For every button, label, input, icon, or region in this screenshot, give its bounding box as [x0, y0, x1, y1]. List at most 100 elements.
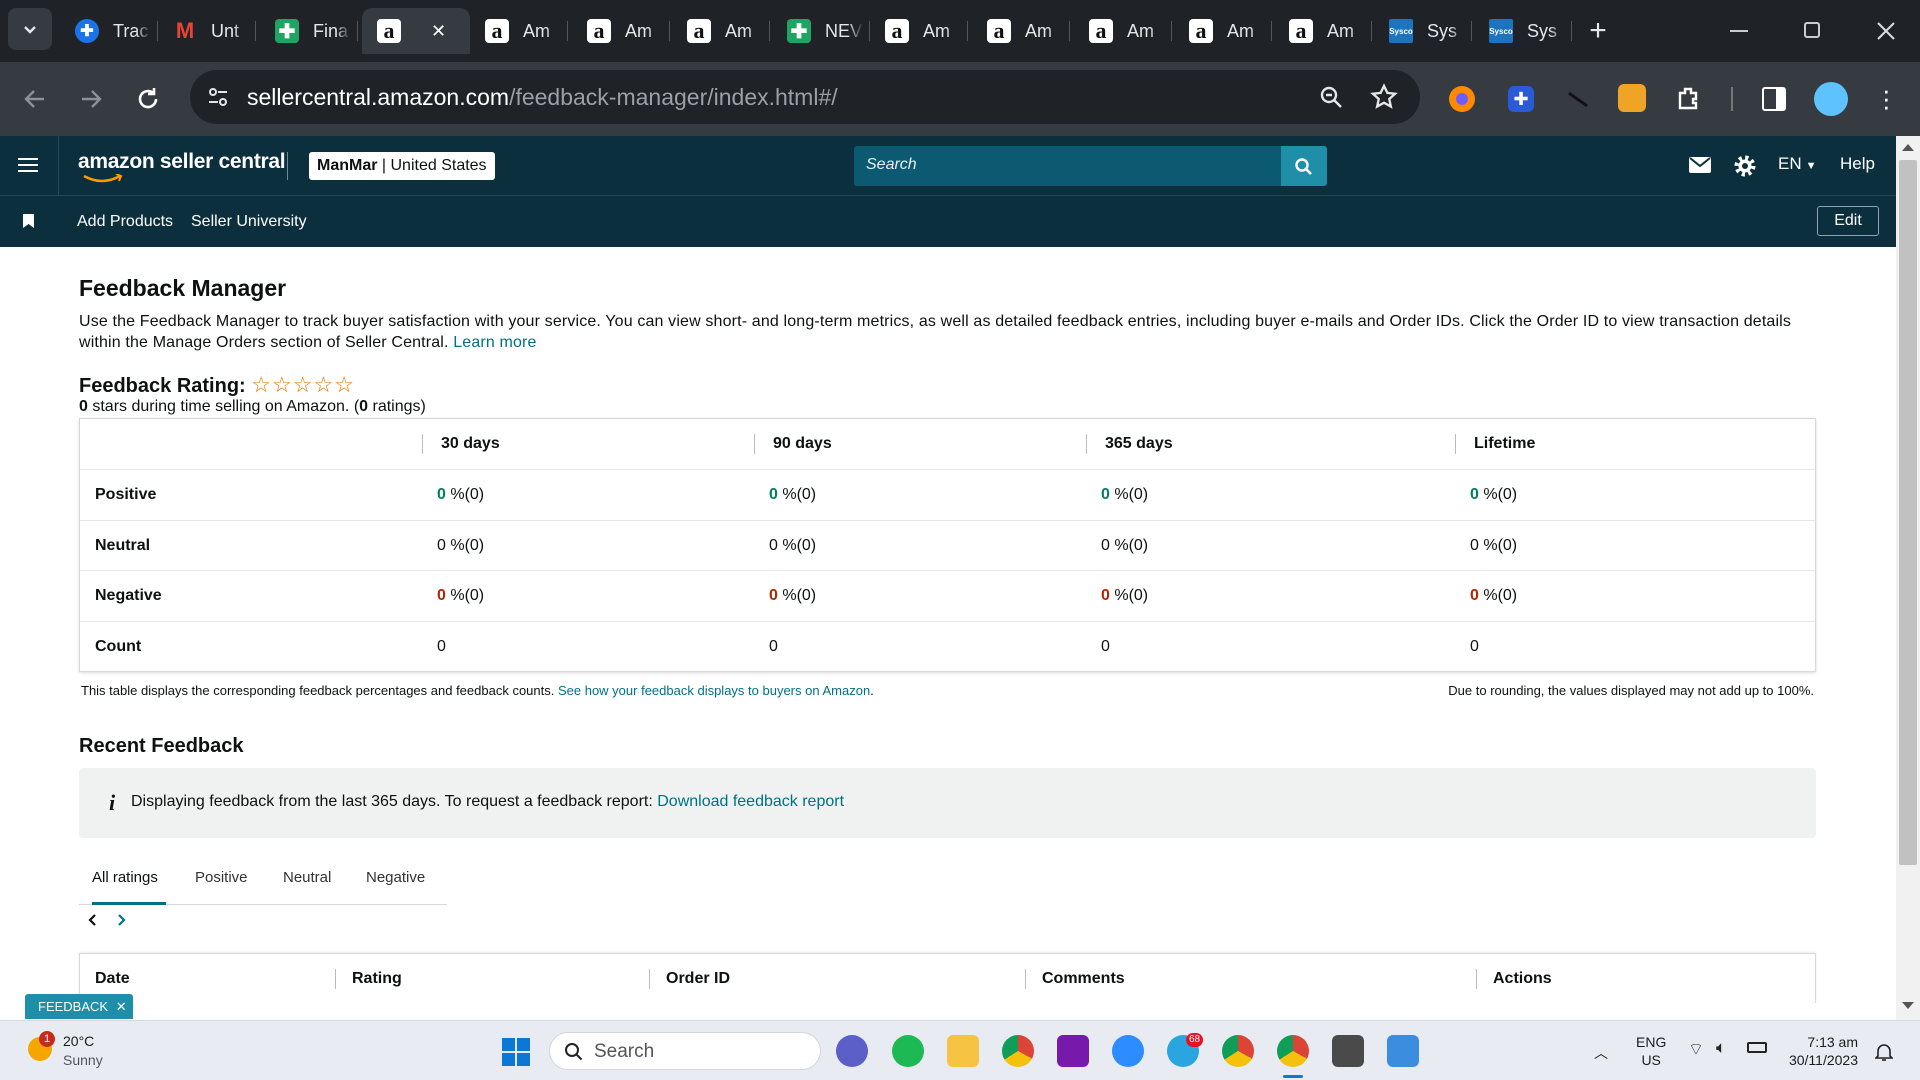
tab-title: Am [1227, 20, 1254, 41]
extensions-puzzle-icon[interactable] [1675, 84, 1703, 112]
row-label: Negative [95, 587, 162, 604]
rating-value: 0 [79, 398, 88, 415]
extension-honey-icon[interactable] [1618, 84, 1646, 112]
browser-tab[interactable]: a Am [1174, 8, 1272, 54]
tab-separator [1471, 21, 1472, 41]
extension-blue-icon[interactable]: ✚ [1508, 86, 1534, 112]
spotify-icon[interactable] [892, 1035, 924, 1067]
notification-bell-icon[interactable] [1875, 1042, 1893, 1062]
metric-suffix: %(0) [1478, 486, 1518, 503]
browser-tab[interactable]: a Am [672, 8, 770, 54]
address-bar[interactable]: sellercentral.amazon.com/feedback-manage… [190, 70, 1420, 124]
language-indicator[interactable]: ENG US [1636, 1033, 1666, 1069]
nav-item-add-products[interactable]: Add Products [77, 213, 173, 231]
header-search-input[interactable]: Search [854, 146, 1282, 186]
teams-meet-icon[interactable] [836, 1035, 868, 1067]
scrollbar-thumb[interactable] [1899, 160, 1917, 865]
amazon-icon: a [485, 18, 509, 43]
feedback-tag-button[interactable]: FEEDBACK ✕ [25, 994, 133, 1019]
browser-tab[interactable]: ✚ Fina [260, 8, 358, 54]
battery-icon[interactable] [1747, 1042, 1767, 1053]
notepad-icon[interactable] [1387, 1035, 1419, 1067]
tab-separator [769, 21, 770, 41]
nav-item-seller-university[interactable]: Seller University [191, 213, 307, 231]
chrome-icon[interactable] [1002, 1035, 1034, 1067]
browser-tab[interactable]: a Am [572, 8, 670, 54]
tab-positive[interactable]: Positive [195, 869, 248, 886]
learn-more-link[interactable]: Learn more [453, 334, 536, 351]
header-search-button[interactable] [1281, 146, 1327, 186]
tab-close-icon[interactable]: ✕ [431, 21, 446, 42]
close-icon[interactable]: ✕ [116, 999, 127, 1014]
store-switcher[interactable]: ManMar | United States [309, 152, 495, 180]
back-icon[interactable] [22, 86, 48, 112]
language-selector[interactable]: EN ▼ [1778, 154, 1817, 174]
scroll-down-arrow[interactable] [1902, 1002, 1914, 1009]
metric-value: 0 [437, 536, 446, 554]
chrome-profile-icon[interactable] [1222, 1035, 1254, 1067]
clock[interactable]: 7:13 am 30/11/2023 [1778, 1033, 1858, 1069]
metric-cell: 0 %(0) [769, 521, 816, 570]
metric-suffix: %(0) [445, 486, 485, 503]
restore-button[interactable] [1804, 22, 1820, 38]
browser-tab[interactable]: ✚ NEV [772, 8, 870, 54]
info-text: Displaying feedback from the last 365 da… [131, 793, 653, 810]
zoom-icon[interactable] [1112, 1035, 1144, 1067]
bookmark-star-icon[interactable] [1370, 83, 1398, 111]
browser-tab[interactable]: a ✕ [362, 8, 470, 54]
feedback-rating-heading: Feedback Rating: ☆☆☆☆☆ [79, 372, 355, 398]
profile-avatar[interactable] [1814, 82, 1848, 116]
help-link[interactable]: Help [1840, 154, 1875, 174]
scroll-up-arrow[interactable] [1902, 144, 1914, 151]
reload-icon[interactable] [134, 85, 162, 113]
chrome-active-icon[interactable] [1277, 1035, 1309, 1067]
tab-search-button[interactable] [8, 8, 52, 50]
taskbar-search[interactable]: Search [549, 1032, 821, 1070]
tray-chevron-up-icon[interactable]: ︿ [1594, 1043, 1608, 1063]
previous-page-icon[interactable] [86, 912, 100, 928]
tab-negative[interactable]: Negative [366, 869, 425, 886]
new-tab-button[interactable]: + [1584, 16, 1612, 46]
browser-tab[interactable]: Sysco Sys [1374, 8, 1472, 54]
browser-tab[interactable]: Sysco Sys [1474, 8, 1572, 54]
download-report-link[interactable]: Download feedback report [657, 793, 844, 810]
minimize-button[interactable] [1730, 30, 1748, 32]
extension-pen-icon[interactable] [1568, 91, 1588, 108]
forward-icon[interactable] [78, 86, 104, 112]
site-info-icon[interactable] [206, 85, 230, 109]
row-label: Neutral [95, 536, 151, 554]
seller-central-header: amazon seller central ManMar | United St… [0, 136, 1920, 195]
zoom-icon[interactable] [1318, 84, 1344, 110]
metric-value: 0 [769, 587, 778, 604]
rating-summary: 0 stars during time selling on Amazon. (… [79, 398, 426, 416]
onenote-icon[interactable] [1057, 1035, 1089, 1067]
file-explorer-icon[interactable] [947, 1035, 979, 1067]
wifi-icon[interactable]: ⌔ [1688, 1039, 1704, 1060]
active-app-indicator [1283, 1075, 1303, 1078]
close-window-button[interactable] [1876, 21, 1896, 41]
side-panel-icon[interactable] [1762, 87, 1786, 111]
tab-title: Sys [1527, 20, 1558, 41]
browser-tab[interactable]: ✚ Trac [60, 8, 158, 54]
tab-all-ratings[interactable]: All ratings [92, 869, 166, 905]
mail-icon[interactable] [1689, 156, 1711, 174]
extension-firefox-icon[interactable] [1449, 86, 1475, 112]
browser-tab[interactable]: a Am [1074, 8, 1172, 54]
seller-central-logo[interactable]: amazon seller central [78, 150, 286, 183]
browser-tab[interactable]: a Am [972, 8, 1070, 54]
browser-tab[interactable]: a Am [1274, 8, 1372, 54]
browser-tab[interactable]: M Unt [158, 8, 256, 54]
settings-gear-icon[interactable] [1733, 154, 1757, 178]
browser-tab[interactable]: a Am [870, 8, 968, 54]
browser-menu-icon[interactable]: · · · [1882, 77, 1891, 119]
hamburger-menu-icon[interactable] [18, 158, 38, 172]
browser-tab[interactable]: a Am [470, 8, 568, 54]
start-button[interactable] [502, 1038, 530, 1066]
weather-widget[interactable]: 1 20°C Sunny [25, 1029, 115, 1073]
tab-neutral[interactable]: Neutral [283, 869, 331, 886]
nav-edit-button[interactable]: Edit [1817, 206, 1879, 236]
metric-value: 0 [1101, 587, 1110, 604]
calculator-icon[interactable] [1332, 1035, 1364, 1067]
volume-icon[interactable]: 🔈︎ [1716, 1038, 1726, 1058]
next-page-icon[interactable] [114, 912, 128, 928]
